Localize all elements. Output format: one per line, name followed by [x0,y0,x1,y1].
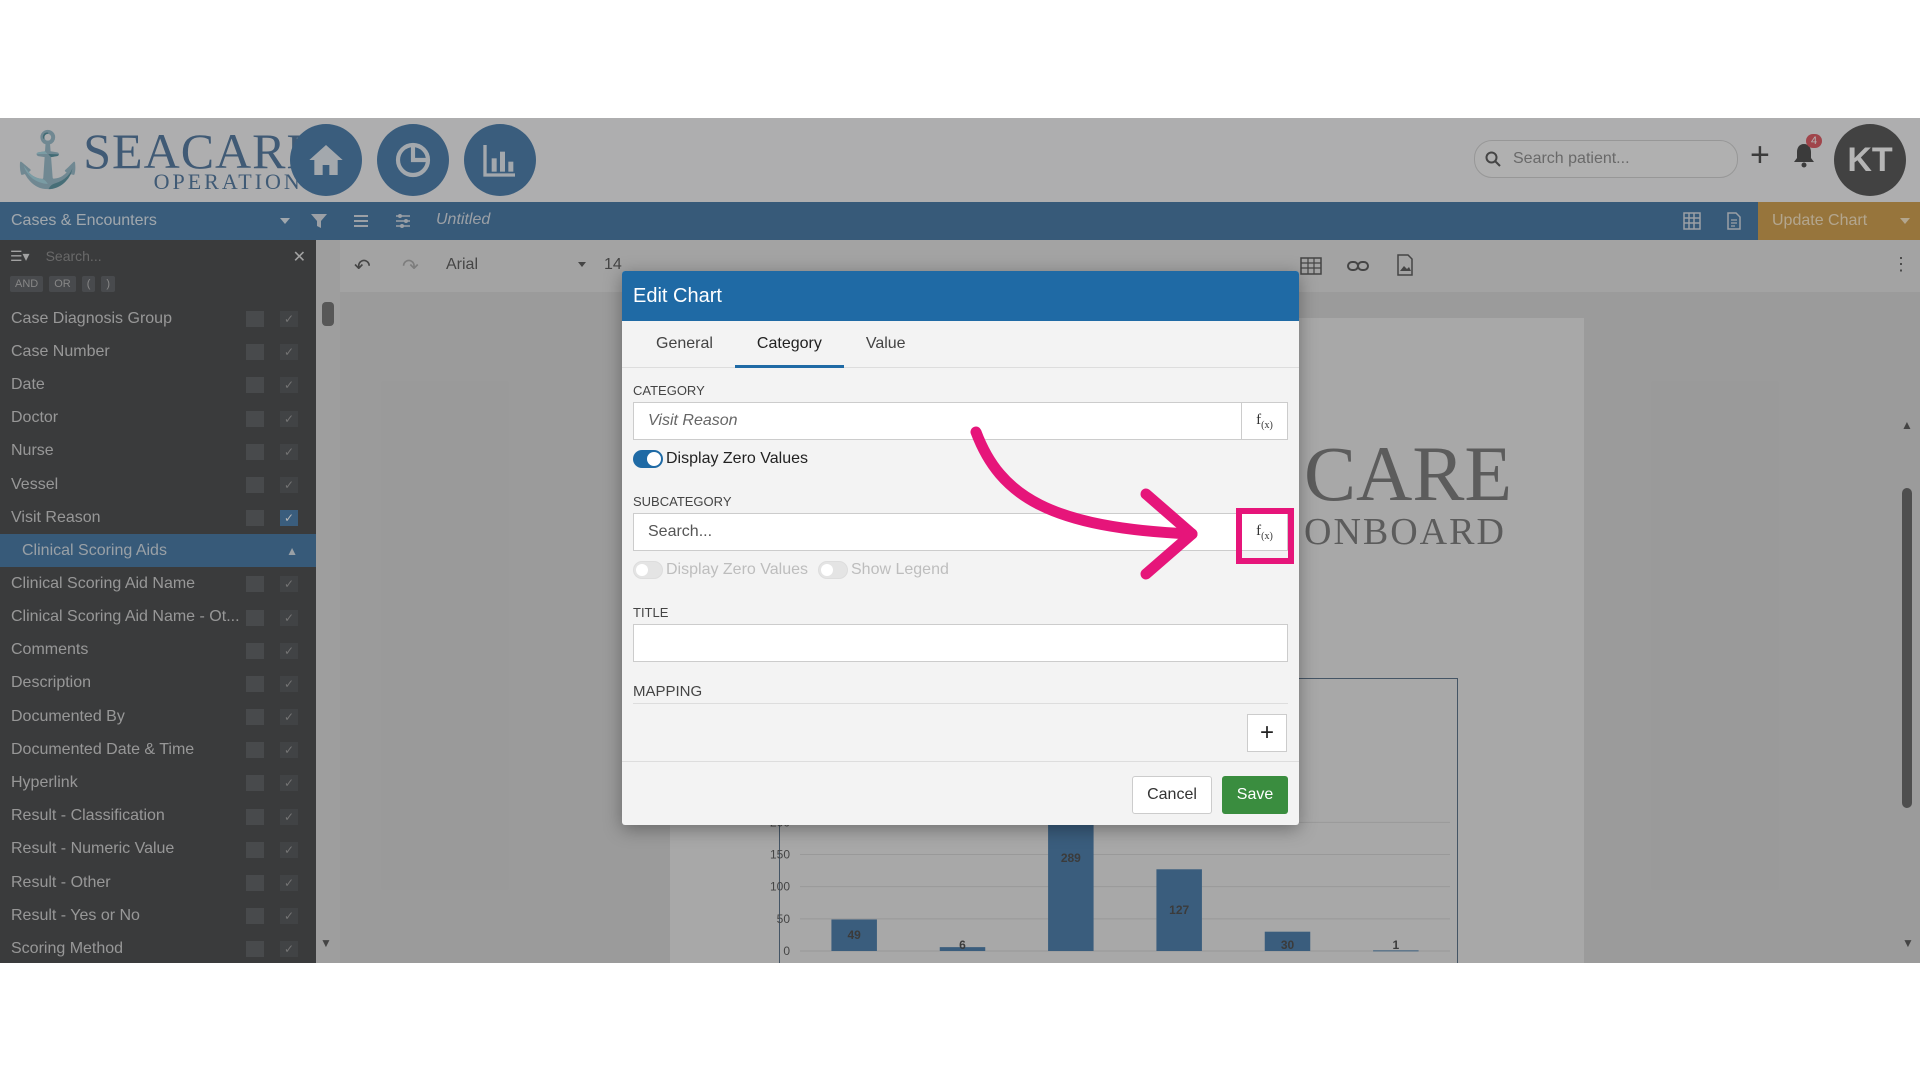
subcategory-label: SUBCATEGORY [633,494,732,509]
display-zero-values-label: Display Zero Values [666,450,808,467]
plus-icon: + [1259,719,1274,746]
fx-subscript: (x) [1261,419,1273,431]
function-icon: f(x) [1256,412,1273,431]
save-button[interactable]: Save [1222,776,1288,814]
divider [622,761,1299,762]
dialog-tabs: General Category Value [622,321,1299,368]
app-window: ⚓ SEACARE OPERATIONS + 4 KT Cases & En [0,118,1920,963]
tab-category[interactable]: Category [734,321,844,368]
title-label: TITLE [633,605,669,620]
display-zero-values-toggle[interactable] [633,450,663,468]
category-formula-button[interactable]: f(x) [1241,403,1287,439]
show-legend-label: Show Legend [851,561,949,578]
dialog-header: Edit Chart [622,271,1299,321]
tab-general[interactable]: General [634,321,735,367]
category-label: CATEGORY [633,383,705,398]
show-legend-toggle[interactable] [818,561,848,579]
mapping-label: MAPPING [633,683,703,700]
dialog-title: Edit Chart [633,284,722,307]
cancel-button[interactable]: Cancel [1132,776,1212,814]
divider [633,703,1288,704]
highlight-box [1236,508,1294,564]
title-input[interactable] [633,624,1288,662]
tab-value[interactable]: Value [844,321,928,367]
add-mapping-button[interactable]: + [1247,714,1287,752]
pointer-arrow-icon [970,426,1198,580]
subcategory-placeholder: Search... [648,523,713,540]
sub-display-zero-label: Display Zero Values [666,561,808,578]
category-value: Visit Reason [648,412,738,429]
sub-display-zero-toggle[interactable] [633,561,663,579]
